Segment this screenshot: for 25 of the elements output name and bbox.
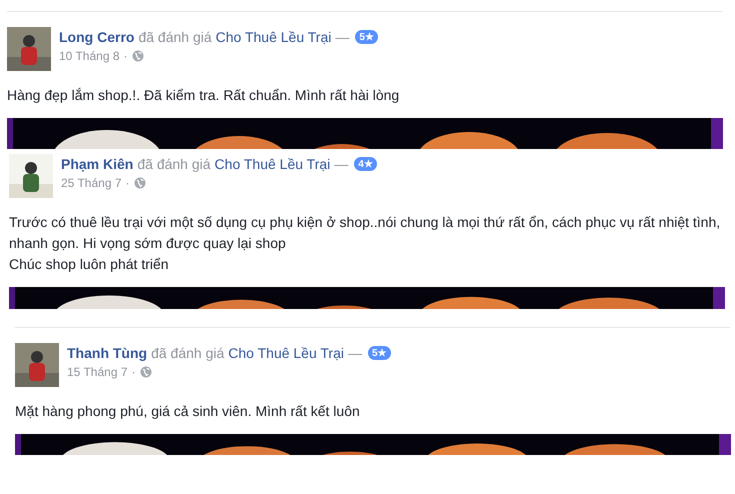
- rating-badge: 4★: [354, 157, 377, 171]
- dot-separator: ·: [124, 49, 128, 63]
- dash-separator: —: [334, 156, 348, 172]
- rating-badge: 5★: [368, 346, 391, 360]
- globe-icon: [134, 177, 146, 189]
- author-link[interactable]: Phạm Kiên: [61, 156, 134, 172]
- dot-separator: ·: [126, 176, 130, 190]
- author-link[interactable]: Thanh Tùng: [67, 345, 148, 361]
- dot-separator: ·: [132, 365, 136, 379]
- globe-icon: [132, 50, 144, 62]
- review-text: Trước có thuê lều trại với một số dụng cụ phụ kiện ở shop..nói chung là mọi thứ rất ổn, cách phục vụ rất nhiệt tình, nhanh gọn. Hi vọng sớm được quay lại shop: [9, 213, 722, 253]
- review-verb: đã đánh giá: [151, 345, 224, 361]
- author-link[interactable]: Long Cerro: [59, 29, 134, 45]
- page-link[interactable]: Cho Thuê Lều Trại: [216, 29, 332, 45]
- page-link[interactable]: Cho Thuê Lều Trại: [214, 156, 330, 172]
- review-text: Hàng đẹp lắm shop.!. Đã kiểm tra. Rất chuẩn. Mình rất hài lòng: [7, 86, 400, 105]
- dash-separator: —: [348, 345, 362, 361]
- review-text: Chúc shop luôn phát triển: [9, 255, 170, 274]
- review-verb: đã đánh giá: [137, 156, 211, 172]
- review-text: Mặt hàng phong phú, giá cả sinh viên. Mình rất kết luôn: [15, 402, 361, 421]
- page-link[interactable]: Cho Thuê Lều Trại: [228, 345, 344, 361]
- globe-icon: [140, 366, 152, 378]
- rating-badge: 5★: [355, 30, 378, 44]
- review-verb: đã đánh giá: [138, 29, 212, 45]
- dash-separator: —: [335, 29, 350, 45]
